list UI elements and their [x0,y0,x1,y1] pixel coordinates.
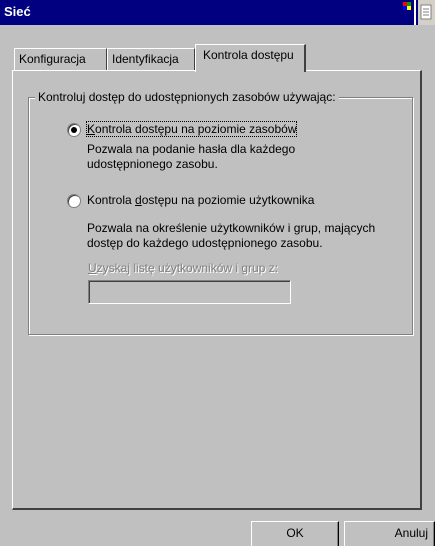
cancel-label: Anuluj [394,526,428,540]
resource-level-description-2: udostępnionego zasobu. [87,157,218,171]
window-title: Sieć [4,4,31,19]
radio-user-level[interactable] [67,194,81,208]
radio-resource-level[interactable] [67,123,81,137]
tab-label: Konfiguracja [19,52,86,66]
userlist-label: Uzyskaj listę użytkowników i grup z: [88,261,279,275]
cancel-button[interactable]: Anuluj [344,521,435,546]
radio-selected-dot [71,127,77,133]
user-level-description-2: dostęp do każdego udostępnionego zasobu. [87,236,323,250]
group-title: Kontroluj dostęp do udostępnionych zasob… [35,90,339,104]
tab-label: Identyfikacja [112,52,179,66]
resource-level-description-1: Pozwala na podanie hasła dla każdego [87,142,296,156]
ok-button[interactable]: OK [251,521,339,546]
userlist-source-input[interactable] [88,280,291,304]
user-level-description-1: Pozwala na określenie użytkowników i gru… [87,221,376,235]
tab-konfiguracja[interactable]: Konfiguracja [14,48,107,70]
tab-identyfikacja[interactable]: Identyfikacja [107,48,195,70]
label-user-level[interactable]: Kontrola dostępu na poziomie użytkownika [87,193,314,207]
title-bar[interactable]: Sieć [0,0,435,25]
tab-kontrola-dostepu[interactable]: Kontrola dostępu [195,44,306,72]
tab-label: Kontrola dostępu [203,48,294,62]
network-dialog: Sieć Konfiguracja Identyfikacja Kontrola… [0,0,435,546]
system-tray-icon[interactable] [395,0,435,25]
label-resource-level[interactable]: Kontrola dostępu na poziomie zasobów [85,121,298,137]
ok-label: OK [286,526,304,540]
